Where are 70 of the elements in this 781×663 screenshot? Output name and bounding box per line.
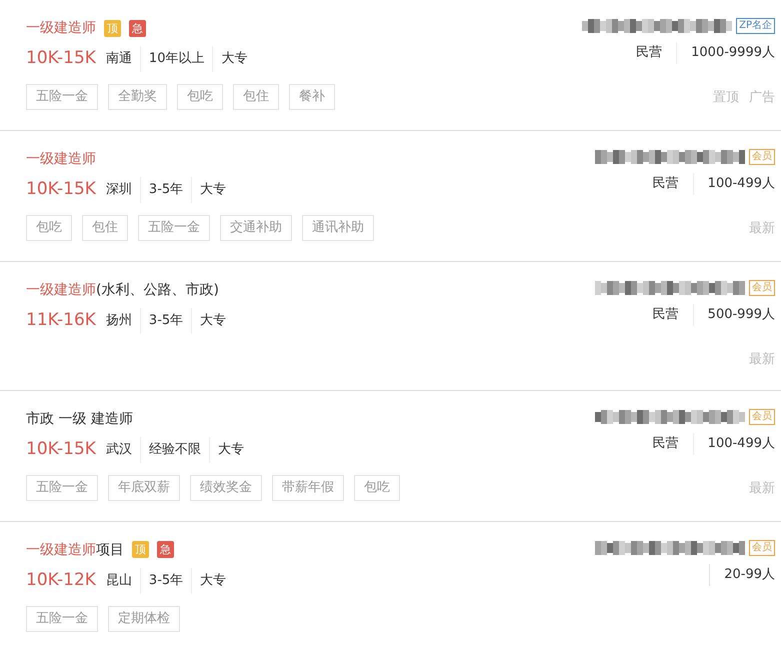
benefit-tag: 餐补	[289, 84, 335, 110]
salary-text: 10K-15K	[26, 438, 96, 461]
listing-label: 最新	[749, 351, 775, 369]
salary-text: 10K-15K	[26, 178, 96, 202]
benefit-tag: 全勤奖	[108, 84, 167, 110]
job-meta-text: 武汉	[106, 440, 133, 458]
job-card[interactable]: 一级建造师项目 顶 急 10K-12K 昆山 3-5年 大专 五险一金 定期体检 会员 20-99人	[0, 522, 781, 652]
company-size-text: 100-499人	[706, 434, 775, 452]
job-card[interactable]: 一级建造师 10K-15K 深圳 3-5年 大专 包吃 包住 五险一金 交通补助 通讯补助 会员 民营 100-499人 最新	[0, 131, 781, 262]
benefit-tag: 五险一金	[26, 84, 98, 110]
company-badge: 会员	[749, 149, 775, 165]
company-size-text: 100-499人	[706, 175, 775, 193]
salary-text: 11K-16K	[26, 309, 96, 332]
job-meta-text: 深圳	[106, 181, 133, 199]
urgent-badge: 急	[157, 541, 174, 558]
company-badge: 会员	[749, 408, 775, 424]
job-meta-text: 大专	[212, 46, 256, 72]
job-meta-text: 大专	[191, 568, 234, 594]
company-type-text: 民营	[638, 173, 694, 195]
company-size-text: 20-99人	[709, 564, 775, 586]
benefit-tag: 带薪年假	[272, 474, 344, 500]
benefit-tag: 绩效奖金	[190, 474, 262, 500]
benefit-tag: 包住	[233, 84, 279, 110]
benefit-tag: 包吃	[26, 215, 72, 241]
benefit-tag: 包吃	[177, 84, 223, 110]
job-title[interactable]: 一级建造师	[26, 149, 96, 169]
job-card[interactable]: 市政 一级 建造师 10K-15K 武汉 经验不限 大专 五险一金 年底双薪 绩效奖金 带薪年假 包吃 会员 民营 100-499人 最新	[0, 390, 781, 522]
company-type-text: 民营	[622, 42, 678, 64]
job-title[interactable]: 一级建造师项目	[26, 540, 124, 560]
pinned-badge: 顶	[104, 20, 121, 36]
job-meta-text: 大专	[191, 308, 234, 334]
benefit-tag: 五险一金	[138, 215, 210, 241]
job-meta-text: 大专	[191, 177, 234, 203]
benefit-tag: 年底双薪	[108, 474, 180, 500]
job-card[interactable]: 一级建造师 顶 急 10K-15K 南通 10年以上 大专 五险一金 全勤奖 包吃 包住 餐补 ZP名企 民营 1000-9999人 置顶 广告	[0, 0, 781, 131]
salary-text: 10K-12K	[26, 568, 96, 592]
job-meta-text: 经验不限	[140, 436, 209, 462]
benefit-tag: 包吃	[354, 474, 400, 500]
company-size-text: 500-999人	[706, 306, 775, 324]
company-size-text: 1000-9999人	[690, 44, 775, 62]
company-badge: 会员	[749, 540, 775, 556]
job-title[interactable]: 一级建造师	[26, 18, 96, 38]
benefit-tag: 包住	[82, 215, 128, 241]
listing-label: 广告	[749, 89, 775, 107]
benefit-tag: 通讯补助	[302, 215, 374, 241]
pinned-badge: 顶	[132, 541, 149, 558]
listing-label: 置顶	[713, 89, 739, 107]
job-meta-text: 3-5年	[140, 568, 192, 594]
job-meta-text: 3-5年	[140, 308, 192, 334]
benefit-tag: 五险一金	[26, 606, 98, 632]
company-badge: 会员	[749, 280, 775, 296]
company-type-text: 民营	[638, 432, 694, 454]
listing-label: 最新	[749, 480, 775, 498]
listing-label: 最新	[749, 220, 775, 238]
job-meta-text: 扬州	[106, 312, 133, 330]
company-badge: ZP名企	[736, 18, 775, 34]
job-card[interactable]: 一级建造师(水利、公路、市政) 11K-16K 扬州 3-5年 大专 会员 民营 500-999人 最新	[0, 262, 781, 390]
benefit-tag: 五险一金	[26, 474, 98, 500]
job-meta-text: 昆山	[106, 572, 133, 590]
company-type-text: 民营	[638, 304, 694, 326]
job-title[interactable]: 一级建造师(水利、公路、市政)	[26, 280, 219, 300]
urgent-badge: 急	[129, 20, 146, 36]
benefit-tag: 定期体检	[108, 606, 180, 632]
job-meta-text: 3-5年	[140, 177, 192, 203]
job-meta-text: 10年以上	[140, 46, 212, 72]
job-meta-text: 大专	[208, 436, 252, 462]
benefit-tag: 交通补助	[220, 215, 292, 241]
job-meta-text: 南通	[106, 50, 133, 68]
job-title[interactable]: 市政 一级 建造师	[26, 408, 133, 428]
salary-text: 10K-15K	[26, 47, 96, 70]
